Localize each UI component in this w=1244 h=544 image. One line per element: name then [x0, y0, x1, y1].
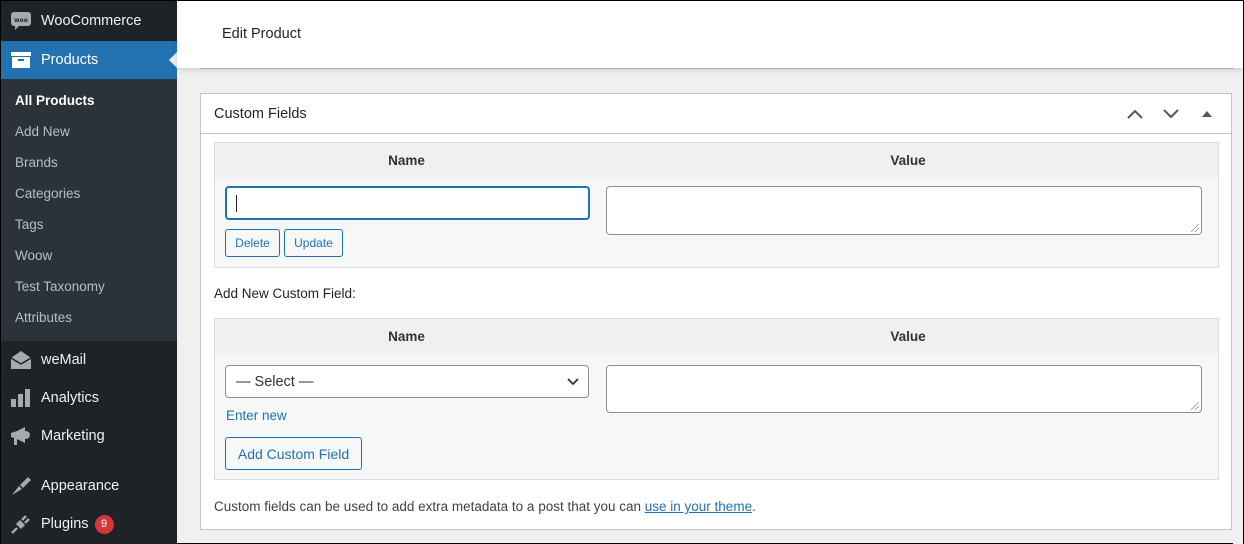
sidebar-item-label: Marketing — [41, 428, 105, 444]
megaphone-icon — [11, 426, 31, 446]
sidebar-item-label: WooCommerce — [41, 13, 142, 29]
column-header-value: Value — [890, 152, 926, 168]
sidebar-item-plugins[interactable]: Plugins 9 — [1, 505, 177, 543]
custom-field-name-input[interactable] — [225, 186, 590, 220]
sidebar-item-marketing[interactable]: Marketing — [1, 417, 177, 455]
chevron-down-icon — [1163, 109, 1179, 119]
toggle-panel-button[interactable] — [1191, 102, 1223, 126]
enter-new-link[interactable]: Enter new — [226, 408, 287, 423]
submenu-categories[interactable]: Categories — [1, 178, 177, 209]
sidebar-item-label: Appearance — [41, 478, 120, 494]
add-new-custom-field-label: Add New Custom Field: — [214, 286, 356, 301]
sidebar-item-label: weMail — [41, 352, 87, 368]
envelope-open-icon — [11, 350, 31, 370]
resize-handle[interactable] — [1191, 224, 1199, 232]
sidebar-item-label: Analytics — [41, 390, 100, 406]
table-header: Name Value — [215, 143, 1218, 177]
existing-custom-fields-table: Name Value Delete Update — [214, 142, 1219, 268]
plugins-update-badge: 9 — [94, 514, 114, 534]
sidebar-item-woocommerce[interactable]: woo WooCommerce — [1, 1, 177, 41]
metabox-handle-actions — [1119, 102, 1223, 126]
scrollbar-track[interactable] — [1233, 68, 1243, 544]
page-header: Edit Product — [177, 1, 1243, 68]
metabox-title: Custom Fields — [214, 105, 307, 122]
submenu-tags[interactable]: Tags — [1, 209, 177, 240]
sidebar-item-label: Plugins — [41, 516, 89, 532]
column-header-value: Value — [890, 328, 926, 344]
plug-icon — [11, 514, 31, 534]
table-header: Name Value — [215, 319, 1218, 353]
submenu-all-products[interactable]: All Products — [1, 85, 177, 116]
submenu-woow[interactable]: Woow — [1, 240, 177, 271]
svg-text:woo: woo — [14, 17, 28, 24]
page-title: Edit Product — [222, 26, 301, 42]
new-custom-field-value-textarea[interactable] — [606, 365, 1202, 413]
use-in-your-theme-link[interactable]: use in your theme — [645, 499, 752, 514]
sidebar-item-analytics[interactable]: Analytics — [1, 379, 177, 417]
bar-chart-icon — [11, 388, 31, 408]
sidebar-item-products[interactable]: Products — [1, 41, 177, 79]
woo-logo-icon: woo — [11, 11, 31, 31]
chevron-down-icon — [567, 378, 579, 386]
custom-fields-help-text: Custom fields can be used to add extra m… — [214, 499, 756, 514]
menu-separator — [1, 455, 177, 467]
column-header-name: Name — [388, 328, 425, 344]
admin-sidebar: woo WooCommerce Products All Products Ad… — [1, 1, 177, 544]
submenu-test-taxonomy[interactable]: Test Taxonomy — [1, 271, 177, 302]
submenu-brands[interactable]: Brands — [1, 147, 177, 178]
chevron-up-icon — [1127, 109, 1143, 119]
metabox-header: Custom Fields — [201, 94, 1231, 134]
products-submenu: All Products Add New Brands Categories T… — [1, 79, 177, 341]
column-header-name: Name — [388, 152, 425, 168]
delete-button[interactable]: Delete — [225, 229, 280, 257]
triangle-up-icon — [1202, 111, 1212, 117]
meta-key-select[interactable]: — Select — — [225, 365, 589, 398]
custom-fields-metabox: Custom Fields Name Value Delete Update A… — [200, 93, 1232, 530]
archive-box-icon — [11, 50, 31, 70]
move-up-button[interactable] — [1119, 102, 1151, 126]
new-custom-field-table: Name Value — Select — Enter new Add Cust… — [214, 318, 1219, 480]
submenu-attributes[interactable]: Attributes — [1, 302, 177, 333]
move-down-button[interactable] — [1155, 102, 1187, 126]
sidebar-item-appearance[interactable]: Appearance — [1, 467, 177, 505]
sidebar-item-label: Products — [41, 52, 99, 68]
add-custom-field-button[interactable]: Add Custom Field — [225, 437, 362, 470]
resize-handle[interactable] — [1191, 402, 1199, 410]
sidebar-item-wemail[interactable]: weMail — [1, 341, 177, 379]
submenu-add-new[interactable]: Add New — [1, 116, 177, 147]
custom-field-value-textarea[interactable] — [606, 186, 1202, 235]
update-button[interactable]: Update — [284, 229, 343, 257]
paintbrush-icon — [11, 476, 31, 496]
select-value: — Select — — [236, 373, 314, 390]
text-caret — [236, 195, 237, 212]
